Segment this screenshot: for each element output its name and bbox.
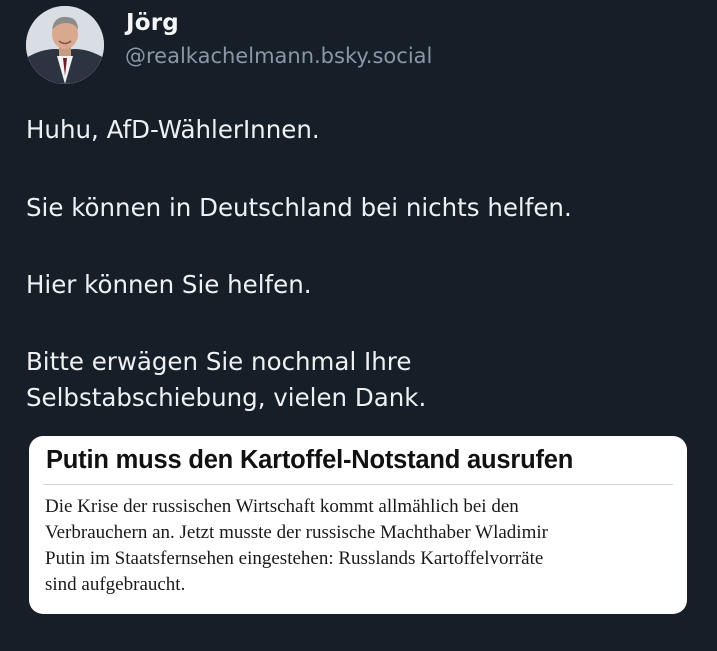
post-paragraph: Selbstabschiebung, vielen Dank. [26,383,427,412]
post-paragraph: Bitte erwägen Sie nochmal Ihre [26,347,412,376]
person-portrait-icon [26,6,104,84]
excerpt-line: Die Krise der russischen Wirtschaft komm… [45,496,519,517]
post-paragraph: Hier können Sie helfen. [26,270,312,299]
embedded-article-card[interactable]: Putin muss den Kartoffel-Notstand ausruf… [29,436,687,614]
excerpt-line: sind aufgebraucht. [45,574,186,595]
divider [43,484,673,485]
avatar[interactable] [26,6,104,84]
article-headline: Putin muss den Kartoffel-Notstand ausruf… [46,446,574,474]
excerpt-line: Putin im Staatsfernsehen eingestehen: Ru… [45,548,544,569]
post: Jörg @realkachelmann.bsky.social Huhu, A… [0,0,717,651]
article-excerpt: Die Krise der russischen Wirtschaft komm… [45,494,675,598]
post-paragraph: Sie können in Deutschland bei nichts hel… [26,193,572,222]
excerpt-line: Verbrauchern an. Jetzt musste der russis… [45,522,548,543]
author-display-name[interactable]: Jörg [126,10,179,36]
author-handle[interactable]: @realkachelmann.bsky.social [125,44,432,68]
post-paragraph: Huhu, AfD-WählerInnen. [26,115,320,144]
